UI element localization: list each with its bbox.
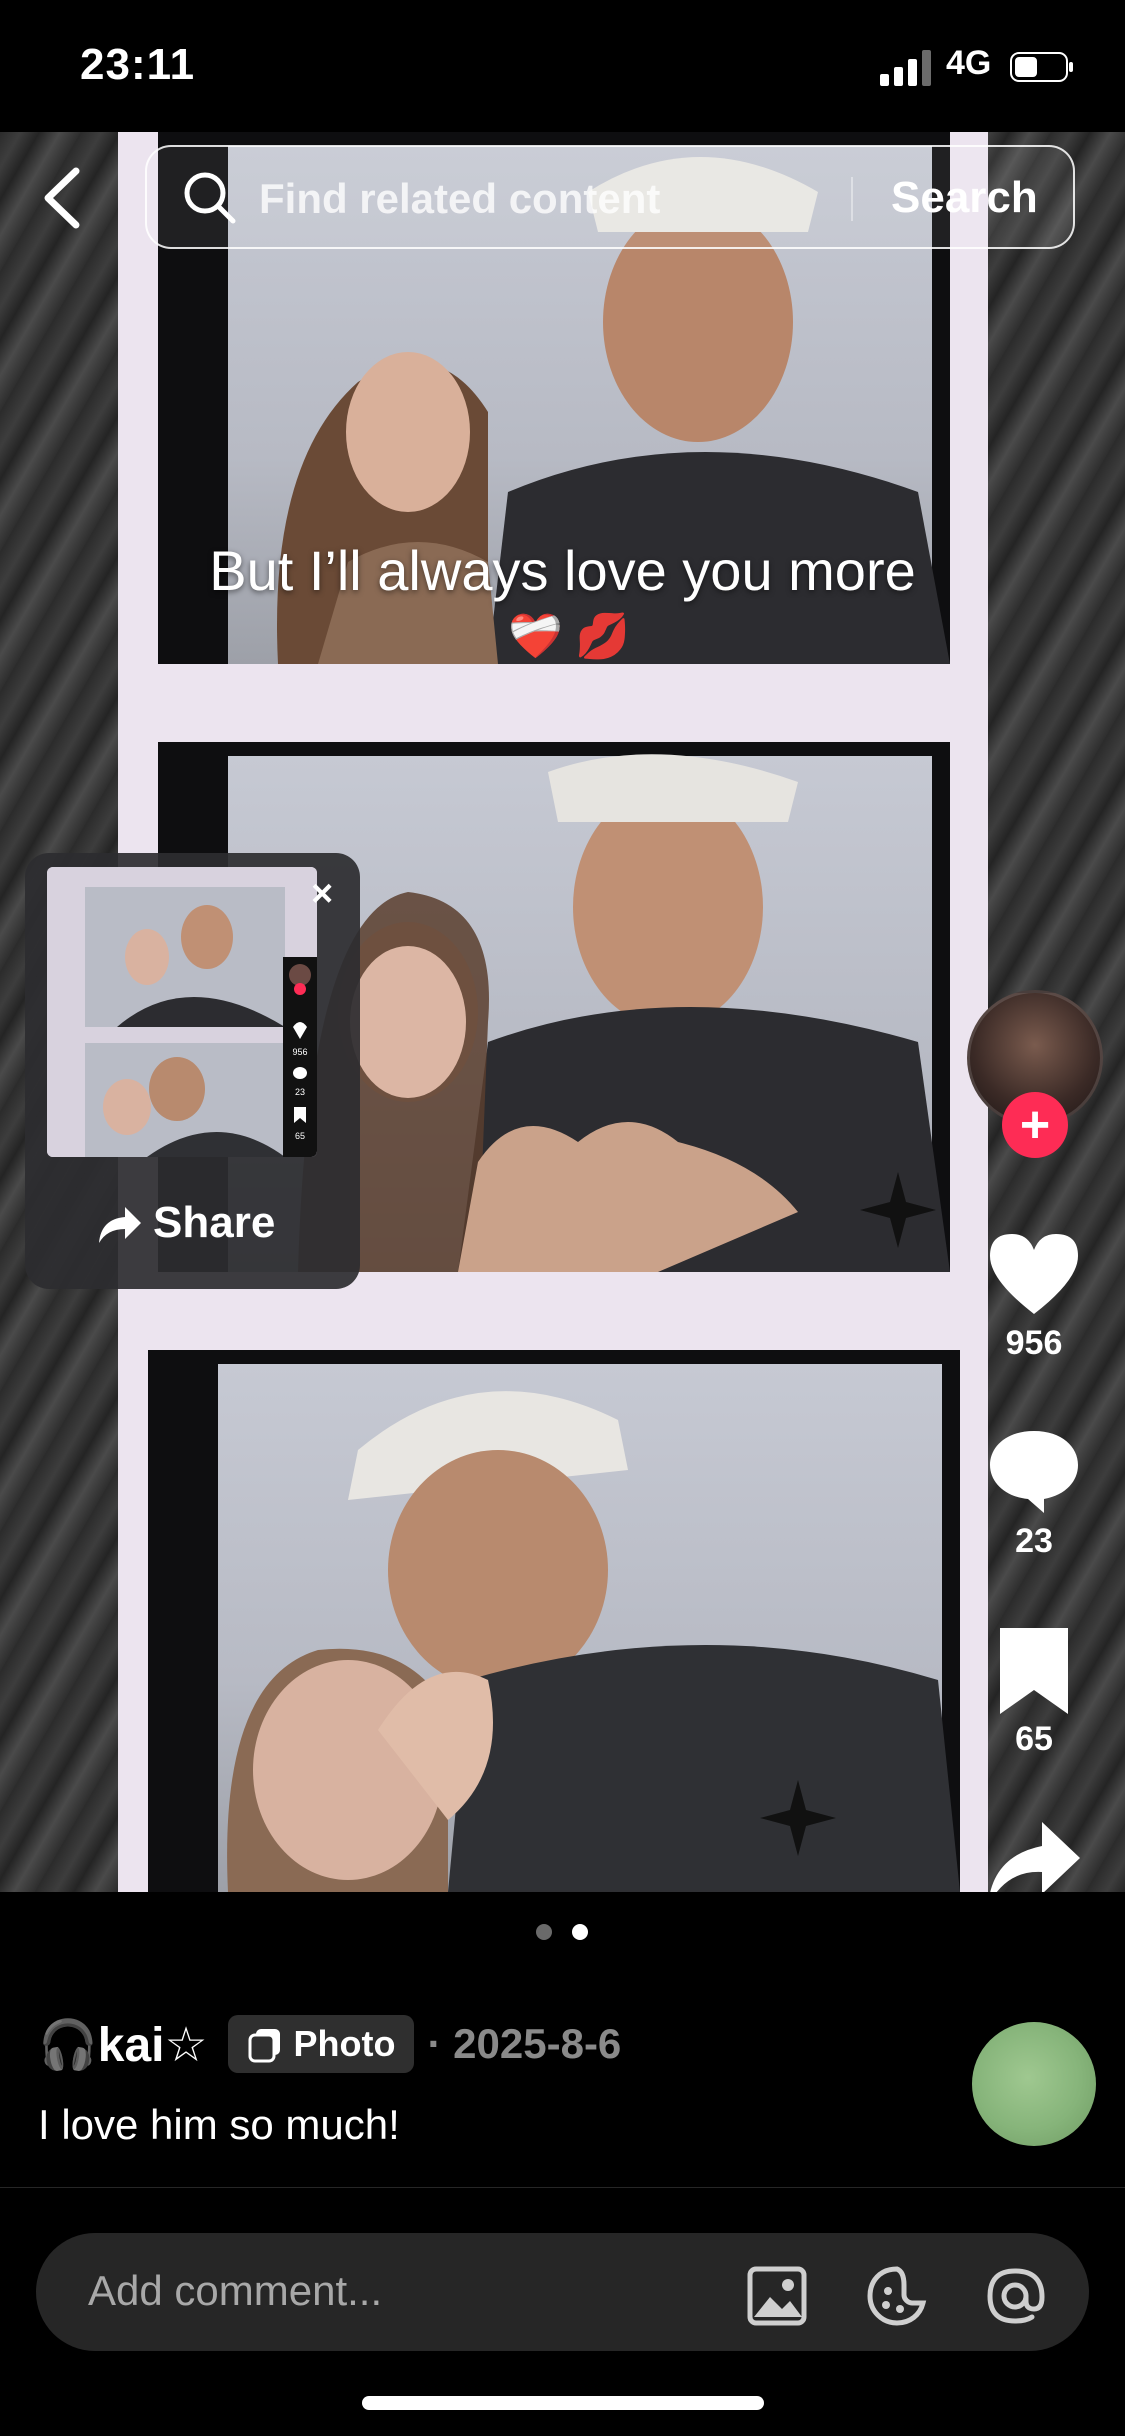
mention-icon[interactable] [984,2265,1046,2327]
photo-frame-3 [148,1350,960,1892]
share-label[interactable]: Share [153,1198,275,1248]
comment-input-bar[interactable]: Add comment... [36,2233,1089,2351]
thumb-comments: 23 [295,1087,305,1097]
comments-count: 23 [1015,1522,1053,1560]
carousel-dot-2[interactable] [572,1924,588,1940]
music-disc[interactable] [972,2022,1096,2146]
home-indicator[interactable] [362,2396,764,2410]
author-row: 🎧kai☆ Photo · 2025-8-6 [38,2015,621,2073]
signal-icon [880,50,931,86]
follow-button[interactable]: + [1002,1092,1068,1158]
bottom-panel [0,1892,1125,2436]
network-type: 4G [946,44,992,82]
search-divider [851,177,853,221]
post-caption: I love him so much! [38,2101,400,2148]
photo-stack-icon [248,2029,280,2063]
photo-type-badge: Photo [227,2015,414,2073]
divider [0,2187,1125,2188]
saves-count: 65 [1015,1720,1053,1758]
search-icon [184,172,236,224]
bookmark-icon[interactable] [984,1626,1084,1716]
heart-icon[interactable] [984,1228,1084,1318]
post-date: · 2025-8-6 [427,2020,622,2067]
thumb-saves: 65 [295,1131,305,1141]
status-bar: 23:11 4G [0,0,1125,132]
photo-badge-label: Photo [293,2023,396,2064]
search-button[interactable]: Search [891,173,1038,223]
share-preview-thumbnail: 956 23 65 [47,867,317,1157]
comment-input[interactable]: Add comment... [88,2267,382,2315]
overlay-emoji: ❤️‍🩹 💋 [508,612,630,661]
share-popup[interactable]: 956 23 65 × Share [25,853,360,1289]
search-input[interactable]: Find related content [259,175,660,223]
likes-count: 956 [1005,1324,1063,1362]
thumb-likes: 956 [292,1047,307,1057]
status-time: 23:11 [80,40,196,89]
search-bar[interactable]: Find related content Search [145,145,1075,249]
share-arrow-icon [99,1207,141,1243]
battery-icon [1010,52,1073,82]
emoji-icon[interactable] [866,2265,928,2327]
back-arrow-icon[interactable] [38,165,88,231]
carousel-dot-1[interactable] [536,1924,552,1940]
overlay-text: But I’ll always love you more [209,539,916,602]
close-icon[interactable]: × [311,873,333,916]
comment-bubble-icon[interactable] [984,1425,1084,1515]
author-name[interactable]: 🎧kai☆ [38,2016,208,2073]
image-icon[interactable] [746,2265,808,2327]
